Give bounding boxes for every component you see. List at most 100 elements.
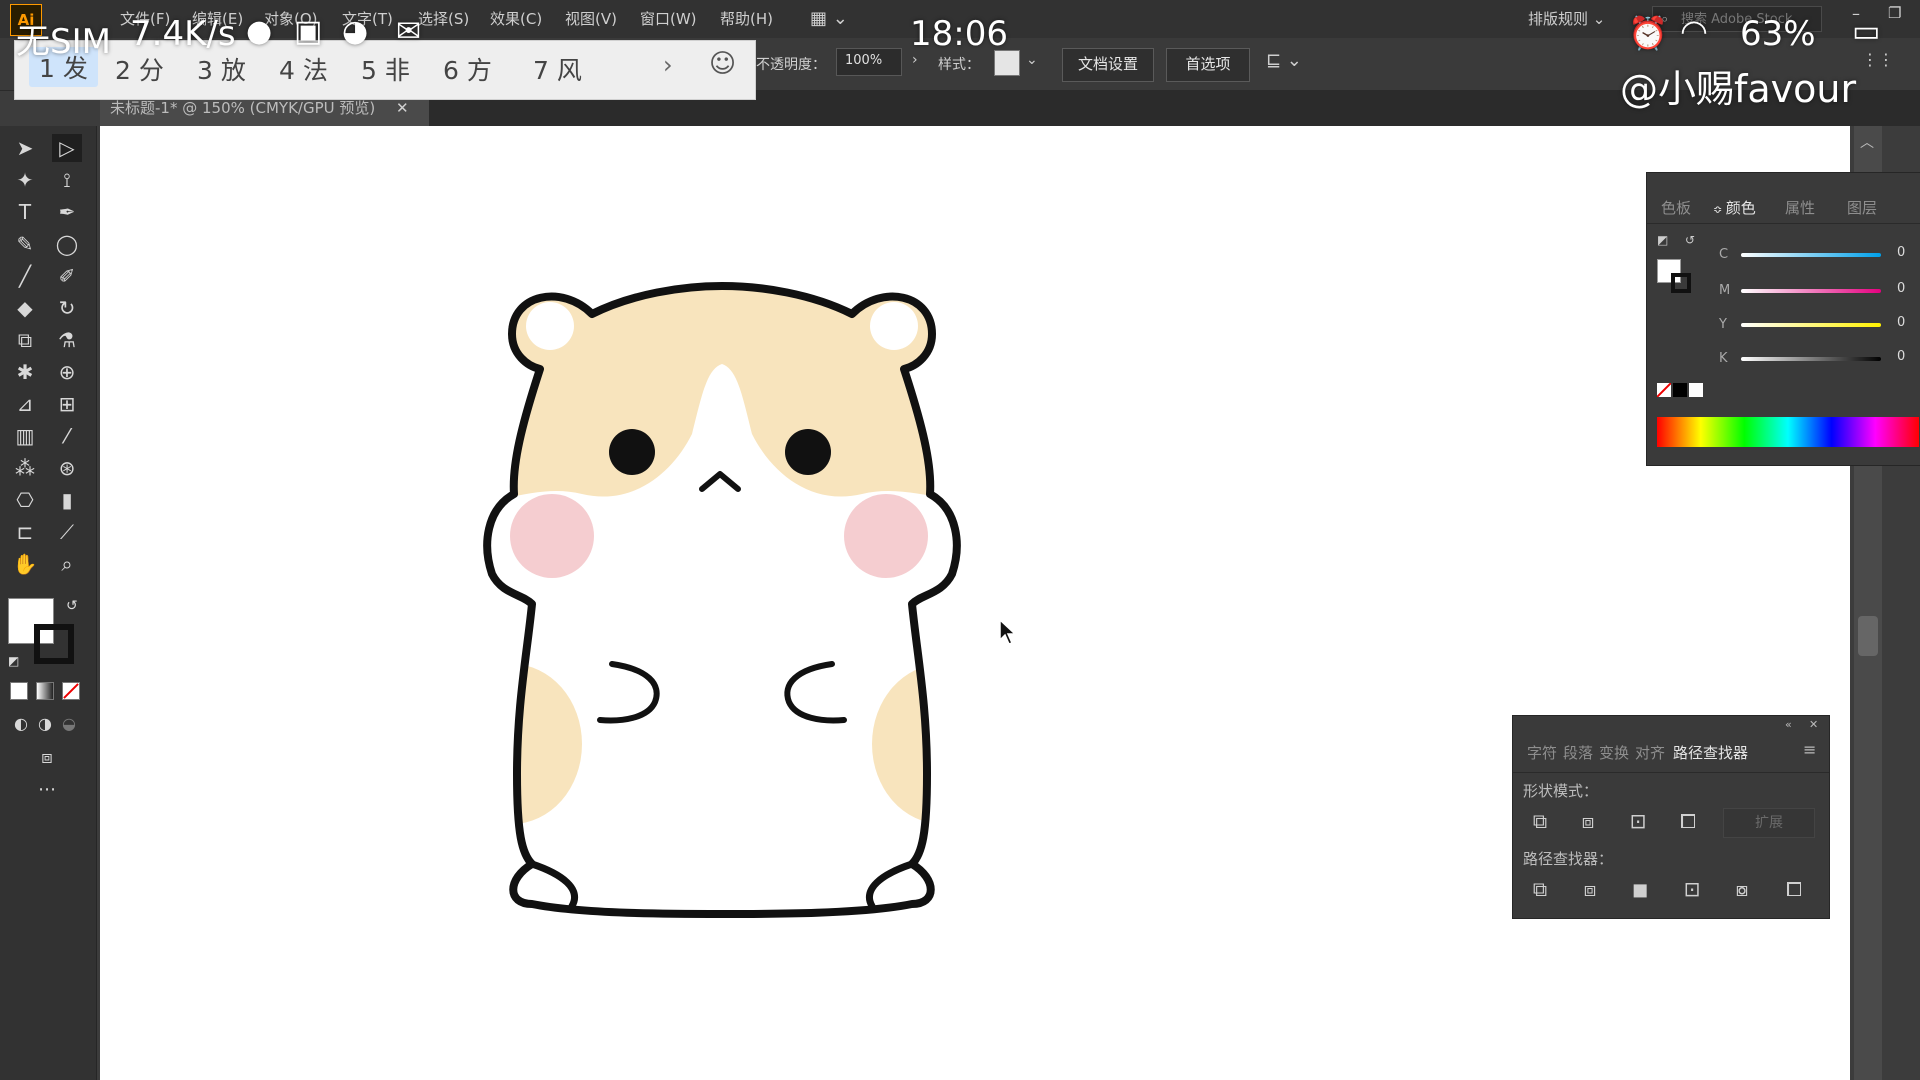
- close-panel-icon[interactable]: ✕: [1809, 718, 1818, 731]
- column-graph-tool-icon[interactable]: ▮: [52, 486, 82, 514]
- swap-fill-stroke-icon[interactable]: ↺: [66, 598, 78, 614]
- warp-tool-icon[interactable]: ⚗: [52, 326, 82, 354]
- type-tool-icon[interactable]: T: [10, 198, 40, 226]
- gradient-mode-icon[interactable]: [36, 682, 54, 700]
- panel-stroke-swatch[interactable]: [1671, 273, 1691, 293]
- ime-next-page-icon[interactable]: ›: [663, 51, 673, 79]
- yellow-value[interactable]: 0: [1897, 315, 1905, 330]
- menu-window[interactable]: 窗口(W): [640, 8, 697, 29]
- symbol-sprayer-tool-icon[interactable]: ⊛: [52, 454, 82, 482]
- menu-view[interactable]: 视图(V): [565, 8, 617, 29]
- swap-colors-icon[interactable]: ↺: [1685, 233, 1695, 247]
- cyan-value[interactable]: 0: [1897, 245, 1905, 260]
- crop-icon[interactable]: ⊡: [1679, 876, 1705, 902]
- stroke-swatch[interactable]: [34, 624, 74, 664]
- style-dropdown-icon[interactable]: ⌄: [1026, 52, 1038, 68]
- ime-candidate-7[interactable]: 7 风: [533, 51, 582, 87]
- align-options-icon[interactable]: ⋮⋮: [1862, 50, 1894, 69]
- gradient-tool-icon[interactable]: ▥: [10, 422, 40, 450]
- collapse-panel-icon[interactable]: «: [1785, 718, 1792, 731]
- default-colors-icon[interactable]: ◩: [1657, 233, 1668, 247]
- curvature-tool-icon[interactable]: ✎: [10, 230, 40, 258]
- hand-tool-icon[interactable]: ✋: [10, 550, 40, 578]
- document-setup-button[interactable]: 文档设置: [1062, 48, 1154, 82]
- ime-candidate-4[interactable]: 4 法: [279, 51, 328, 87]
- tab-pathfinder[interactable]: 路径查找器: [1673, 742, 1748, 763]
- pen-tool-icon[interactable]: ✒: [52, 198, 82, 226]
- opacity-expand-icon[interactable]: ›: [912, 52, 918, 68]
- magenta-value[interactable]: 0: [1897, 281, 1905, 296]
- ime-candidate-5[interactable]: 5 非: [361, 51, 410, 87]
- opacity-input[interactable]: 100%: [836, 48, 902, 76]
- tab-character[interactable]: 字符: [1527, 742, 1557, 763]
- ime-candidate-6[interactable]: 6 方: [443, 51, 492, 87]
- minus-back-icon[interactable]: ⧠: [1781, 876, 1807, 902]
- white-swatch[interactable]: [1689, 383, 1703, 397]
- close-tab-icon[interactable]: ✕: [396, 99, 409, 117]
- shape-builder-tool-icon[interactable]: ⊕: [52, 358, 82, 386]
- blend-tool-icon[interactable]: ⁂: [10, 454, 40, 482]
- blob-brush-tool-icon[interactable]: ✐: [52, 262, 82, 290]
- selection-tool-icon[interactable]: ➤: [10, 134, 40, 162]
- menu-effect[interactable]: 效果(C): [490, 8, 542, 29]
- scale-tool-icon[interactable]: ⧉: [10, 326, 40, 354]
- default-fill-stroke-icon[interactable]: ◩: [8, 654, 19, 668]
- intersect-icon[interactable]: ⊡: [1625, 808, 1651, 834]
- eraser-tool-icon[interactable]: ◆: [10, 294, 40, 322]
- merge-icon[interactable]: ◼: [1627, 876, 1653, 902]
- tab-properties[interactable]: 属性: [1785, 197, 1815, 218]
- yellow-slider[interactable]: [1741, 323, 1881, 327]
- workspace-switcher[interactable]: 排版规则 ⌄: [1528, 8, 1605, 29]
- slice-tool-icon[interactable]: ⟋: [52, 518, 82, 546]
- draw-inside-icon[interactable]: ◒: [54, 710, 84, 738]
- tab-layers[interactable]: 图层: [1847, 197, 1877, 218]
- unite-icon[interactable]: ⧉: [1527, 808, 1553, 834]
- ime-emoji-icon[interactable]: ☺: [709, 49, 736, 79]
- menu-help[interactable]: 帮助(H): [720, 8, 773, 29]
- more-tools-icon[interactable]: ⋯: [32, 776, 62, 804]
- none-mode-icon[interactable]: [62, 682, 80, 700]
- tab-paragraph[interactable]: 段落: [1563, 742, 1593, 763]
- ime-candidate-2[interactable]: 2 分: [115, 51, 164, 87]
- rotate-tool-icon[interactable]: ↻: [52, 294, 82, 322]
- perspective-grid-tool-icon[interactable]: ⊿: [10, 390, 40, 418]
- direct-selection-tool-icon[interactable]: ▷: [52, 134, 82, 162]
- black-slider[interactable]: [1741, 357, 1881, 361]
- black-swatch[interactable]: [1673, 383, 1687, 397]
- minus-front-icon[interactable]: ⧈: [1575, 808, 1601, 834]
- menu-select[interactable]: 选择(S): [418, 8, 469, 29]
- artboard-tool-icon[interactable]: ⊏: [10, 518, 40, 546]
- zoom-tool-icon[interactable]: ⌕: [52, 550, 82, 578]
- black-value[interactable]: 0: [1897, 349, 1905, 364]
- lasso-tool-icon[interactable]: ⟟: [52, 166, 82, 194]
- puppet-warp-tool-icon[interactable]: ✱: [10, 358, 40, 386]
- tab-swatches[interactable]: 色板: [1661, 197, 1691, 218]
- none-swatch[interactable]: [1657, 383, 1671, 397]
- paintbrush-tool-icon[interactable]: ╱: [10, 262, 40, 290]
- divide-icon[interactable]: ⧉: [1527, 876, 1553, 902]
- outline-icon[interactable]: ⧇: [1729, 876, 1755, 902]
- hamster-illustration[interactable]: [472, 274, 992, 954]
- expand-button[interactable]: 扩展: [1723, 808, 1815, 838]
- preferences-button[interactable]: 首选项: [1166, 48, 1250, 82]
- trim-icon[interactable]: ⧈: [1577, 876, 1603, 902]
- panel-menu-icon[interactable]: ≡: [1803, 740, 1816, 759]
- symbol-tool-icon[interactable]: ⎔: [10, 486, 40, 514]
- screen-mode-icon[interactable]: ⧈: [32, 744, 62, 772]
- cyan-slider[interactable]: [1741, 253, 1881, 257]
- tab-transform[interactable]: 变换: [1599, 742, 1629, 763]
- color-spectrum[interactable]: [1657, 417, 1919, 447]
- magenta-slider[interactable]: [1741, 289, 1881, 293]
- arrange-documents-icon[interactable]: ▦ ⌄: [810, 8, 848, 29]
- tab-align[interactable]: 对齐: [1635, 742, 1665, 763]
- magic-wand-tool-icon[interactable]: ✦: [10, 166, 40, 194]
- scroll-thumb[interactable]: [1858, 616, 1878, 656]
- exclude-icon[interactable]: ⧠: [1675, 808, 1701, 834]
- color-mode-icon[interactable]: [10, 682, 28, 700]
- ellipse-tool-icon[interactable]: ◯: [52, 230, 82, 258]
- artboard-canvas[interactable]: [100, 126, 1850, 1080]
- scroll-up-icon[interactable]: ︿: [1860, 132, 1874, 152]
- eyedropper-tool-icon[interactable]: ⁄: [52, 422, 82, 450]
- restore-icon[interactable]: ❐: [1888, 4, 1901, 22]
- tab-color[interactable]: ≎ 颜色: [1713, 197, 1756, 218]
